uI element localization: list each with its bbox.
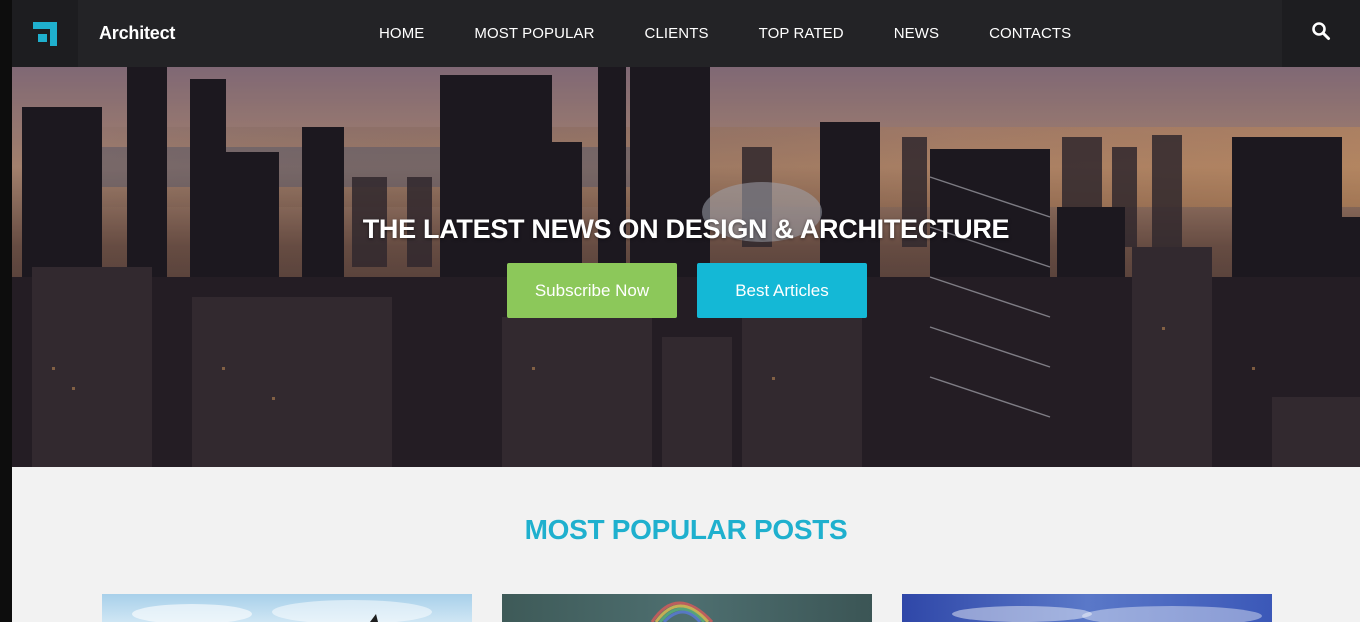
hero-banner: THE LATEST NEWS ON DESIGN & ARCHITECTURE… bbox=[12, 67, 1360, 467]
nav-item-contacts[interactable]: CONTACTS bbox=[989, 25, 1071, 42]
post-card-image[interactable] bbox=[102, 594, 472, 622]
search-icon bbox=[1311, 21, 1331, 46]
nav-item-news[interactable]: NEWS bbox=[894, 25, 939, 42]
hero-title: THE LATEST NEWS ON DESIGN & ARCHITECTURE bbox=[362, 214, 1010, 244]
nav-item-clients[interactable]: CLIENTS bbox=[645, 25, 709, 42]
top-navbar: Architect HOME MOST POPULAR CLIENTS TOP … bbox=[12, 0, 1360, 67]
post-thumbnail-rainbow bbox=[650, 601, 714, 622]
nav-item-most-popular[interactable]: MOST POPULAR bbox=[474, 25, 594, 42]
post-card-image[interactable] bbox=[902, 594, 1272, 622]
nav-item-home[interactable]: HOME bbox=[379, 25, 424, 42]
post-thumbnail-clouds bbox=[952, 606, 1262, 622]
most-popular-posts-title: MOST POPULAR POSTS bbox=[524, 514, 848, 545]
hero-overlay bbox=[12, 67, 1360, 467]
best-articles-button[interactable]: Best Articles bbox=[697, 263, 867, 318]
post-thumbnail-sky bbox=[132, 600, 432, 622]
brand-name[interactable]: Architect bbox=[99, 23, 175, 44]
main-nav: HOME MOST POPULAR CLIENTS TOP RATED NEWS… bbox=[379, 0, 1071, 67]
subscribe-now-button[interactable]: Subscribe Now bbox=[507, 263, 677, 318]
architect-logo-icon bbox=[31, 20, 59, 48]
window-left-edge bbox=[0, 0, 12, 622]
search-button[interactable] bbox=[1282, 0, 1360, 67]
nav-item-top-rated[interactable]: TOP RATED bbox=[759, 25, 844, 42]
post-card-image[interactable] bbox=[502, 594, 872, 622]
logo-box[interactable] bbox=[12, 0, 78, 67]
